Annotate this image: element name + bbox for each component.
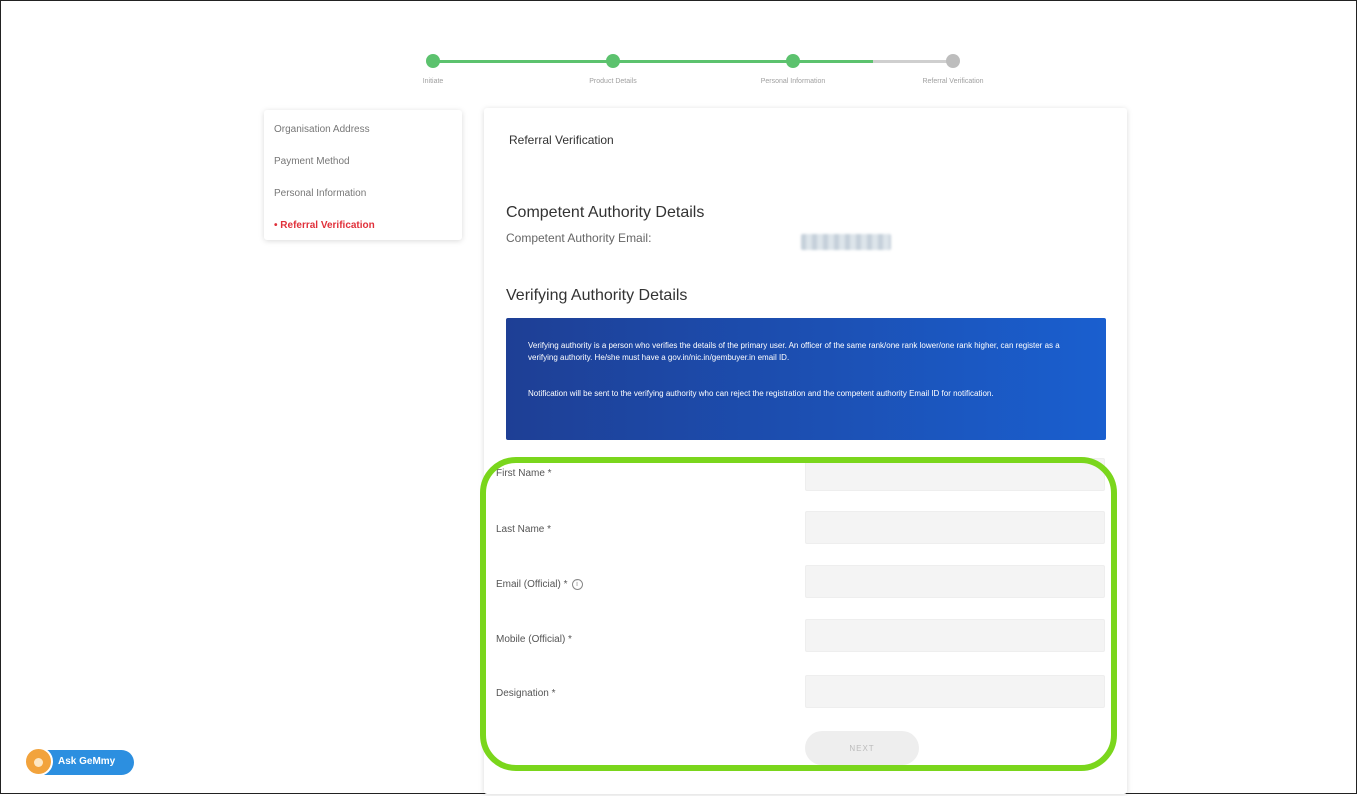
designation-input[interactable]: [805, 675, 1105, 708]
info-icon[interactable]: i: [571, 579, 583, 590]
competent-authority-heading: Competent Authority Details: [506, 204, 705, 221]
step-connector-3b: [873, 60, 953, 63]
mobile-label: Mobile (Official) *: [496, 634, 572, 645]
progress-stepper: Initiate Product Details Personal Inform…: [390, 48, 1030, 98]
step-connector-3a: [793, 60, 873, 63]
verifying-authority-info-box: Verifying authority is a person who veri…: [506, 318, 1106, 440]
competent-authority-email-value: [801, 234, 891, 250]
verifying-authority-heading: Verifying Authority Details: [506, 287, 688, 304]
step-label-3: Personal Information: [760, 78, 826, 85]
competent-authority-email-label: Competent Authority Email:: [506, 231, 652, 245]
ask-gemmy-button[interactable]: Ask GeMmy: [24, 747, 134, 776]
step-label-4: Referral Verification: [922, 78, 984, 85]
mobile-input[interactable]: [805, 619, 1105, 652]
step-label-1: Initiate: [422, 78, 444, 85]
designation-label: Designation *: [496, 688, 556, 699]
first-name-input[interactable]: [805, 458, 1105, 491]
sidebar-item-personal-information[interactable]: Personal Information: [274, 188, 366, 199]
step-dot-3: [786, 54, 800, 68]
last-name-input[interactable]: [805, 511, 1105, 544]
sidebar-item-organisation-address[interactable]: Organisation Address: [274, 124, 370, 135]
sidebar-item-referral-verification[interactable]: • Referral Verification: [274, 220, 375, 231]
info-paragraph-1: Verifying authority is a person who veri…: [528, 341, 1060, 362]
step-dot-2: [606, 54, 620, 68]
gemmy-avatar-icon: [24, 747, 53, 776]
step-dot-4: [946, 54, 960, 68]
card-title: Referral Verification: [509, 133, 614, 147]
sidebar-item-payment-method[interactable]: Payment Method: [274, 156, 350, 167]
step-dot-1: [426, 54, 440, 68]
next-button[interactable]: NEXT: [805, 731, 919, 765]
email-label-text: Email (Official) *: [496, 579, 568, 591]
referral-verification-card: Referral Verification Competent Authorit…: [484, 108, 1127, 794]
step-label-2: Product Details: [589, 78, 637, 85]
sidebar-nav: Organisation Address Payment Method Pers…: [264, 110, 462, 240]
step-connector-1: [433, 60, 613, 63]
step-connector-2: [613, 60, 793, 63]
first-name-label: First Name *: [496, 468, 552, 479]
email-input[interactable]: [805, 565, 1105, 598]
info-paragraph-2: Notification will be sent to the verifyi…: [528, 389, 994, 398]
email-label: Email (Official) * i: [496, 579, 583, 590]
ask-gemmy-label: Ask GeMmy: [58, 756, 116, 767]
last-name-label: Last Name *: [496, 524, 552, 535]
